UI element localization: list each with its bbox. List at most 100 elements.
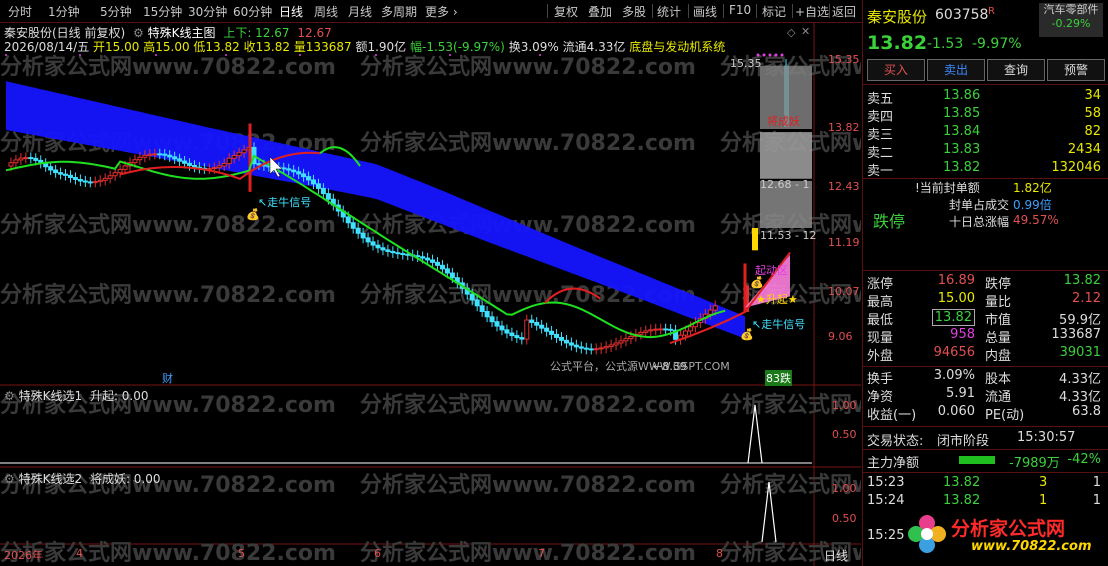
money-bag-icon: 💰 [246,208,260,221]
diamond-icon[interactable]: ◇ [787,26,795,39]
candle-body [167,154,173,158]
info-high: 高15.00 [143,40,190,54]
sub1-tick: 1.00 [832,399,857,412]
tab-15min[interactable]: 15分钟 [143,3,182,20]
candle-body [350,222,356,229]
limit-down-marker: 83跌 [765,370,792,386]
platform-watermark: 公式平台，公式源WWW.GSPT.COM [550,360,730,373]
candle-body [28,157,34,160]
candle-body [77,178,83,182]
candle-body [291,169,297,173]
sector-change: -0.29% [1051,17,1091,30]
info-volume: 量133687 [293,40,352,54]
period-label[interactable]: 日线 [824,547,848,564]
tab-60min[interactable]: 60分钟 [233,3,272,20]
stat-row-outer: 外盘 94656 内盘 39031 [867,345,1101,364]
adjust-button[interactable]: 复权 [554,3,578,20]
tab-intraday[interactable]: 分时 [8,3,32,20]
f10-button[interactable]: F10 [729,3,751,17]
candle-body [499,325,505,331]
ask-row-5: 卖五 13.86 34 [867,88,1101,107]
signal-dot [768,53,772,57]
candle-body [568,342,574,346]
candle-body [147,153,153,156]
tab-30min[interactable]: 30分钟 [188,3,227,20]
tab-5min[interactable]: 5分钟 [100,3,132,20]
candle-body [449,272,455,279]
kline-chart-area[interactable]: 分析家公式网www.70822.com 分析家公式网www.70822.com 分析… [0,22,861,566]
tick-row: 15:23 13.82 3 1 [867,475,1101,490]
stats-button[interactable]: 统计 [657,3,681,20]
candle-body [385,249,391,253]
x-axis-tick: 7 [538,547,545,560]
buy-button[interactable]: 买入 [867,59,925,81]
price-change: -1.53 [927,36,964,52]
candle-body [603,346,609,349]
candle-body [390,251,396,254]
candle-body [658,328,664,331]
candle-body [226,157,232,165]
mark-button[interactable]: 标记 [762,3,786,20]
candle-body [469,293,475,301]
candle-body [296,171,302,175]
back-button[interactable]: 返回 [832,3,856,20]
watermark-text: 分析家公式网www.70822.com [360,130,696,156]
candle-body [162,153,168,156]
stat-row-high: 最高 15.00 量比 2.12 [867,291,1101,310]
info-close: 收13.82 [243,40,290,54]
main-flow-row[interactable]: 主力净额 -7989万 -42% [863,452,1108,471]
add-favorite-button[interactable]: +自选 [795,3,829,20]
candle-body [72,177,78,180]
bull-signal-label-2: ↖走牛信号 [752,318,806,331]
candle-body [152,153,158,156]
multi-stock-button[interactable]: 多股 [622,3,646,20]
candle-body [370,241,376,246]
tab-weekly[interactable]: 周线 [314,3,338,20]
candle-body [355,227,361,234]
candle-body [712,305,718,311]
candle-body [420,256,426,259]
candle-body [117,168,123,174]
price-row: 13.82 -1.53 -9.97% [863,32,1108,56]
money-bag-icon: 💰 [740,328,754,341]
candle-body [301,173,307,178]
stat-row-low: 最低 13.82 市值 59.9亿 [867,309,1101,328]
tab-daily[interactable]: 日线 [279,3,303,20]
candle-body [529,319,535,323]
candle-body [380,247,386,251]
quote-panel: 秦安股份 603758 R 汽车零部件 -0.29% 13.82 -1.53 -… [862,0,1108,566]
alert-button[interactable]: 预警 [1047,59,1105,81]
info-turnover: 换3.09% [508,40,559,54]
candle-body [549,330,555,335]
draw-button[interactable]: 画线 [693,3,717,20]
sub1-settings-icon[interactable]: ⚙ [4,389,15,403]
sub2-value: 将成妖: 0.00 [89,472,161,486]
overlay-button[interactable]: 叠加 [588,3,612,20]
sub2-settings-icon[interactable]: ⚙ [4,472,15,486]
candle-body [578,346,584,349]
candle-body [345,216,351,224]
candle-body [107,175,113,179]
zone-label-1268: 12.68 - 1 [760,178,810,191]
logo-text: 分析家公式网 [951,518,1066,540]
tab-more[interactable]: 更多 › [425,3,458,20]
watermark-text: 分析家公式网www.70822.com [360,392,696,418]
tab-1min[interactable]: 1分钟 [48,3,80,20]
candle-body [524,319,530,340]
x-axis-tick: 2026年 [4,549,43,562]
info-system: 底盘与发动机系统 [629,40,726,54]
tab-multi-period[interactable]: 多周期 [381,3,417,20]
tab-monthly[interactable]: 月线 [348,3,372,20]
x-axis-tick: 4 [76,547,83,560]
candle-body [425,257,431,261]
price-tick: 13.82 [828,121,860,134]
candle-body [320,187,326,195]
close-icon[interactable]: ✕ [801,25,810,38]
candle-body [365,237,371,243]
candle-body [48,166,54,171]
candle-body [13,159,19,164]
query-button[interactable]: 查询 [987,59,1045,81]
sub1-label: 特殊K线选1 [18,389,83,403]
candle-body [172,156,178,160]
sell-button[interactable]: 卖出 [927,59,985,81]
